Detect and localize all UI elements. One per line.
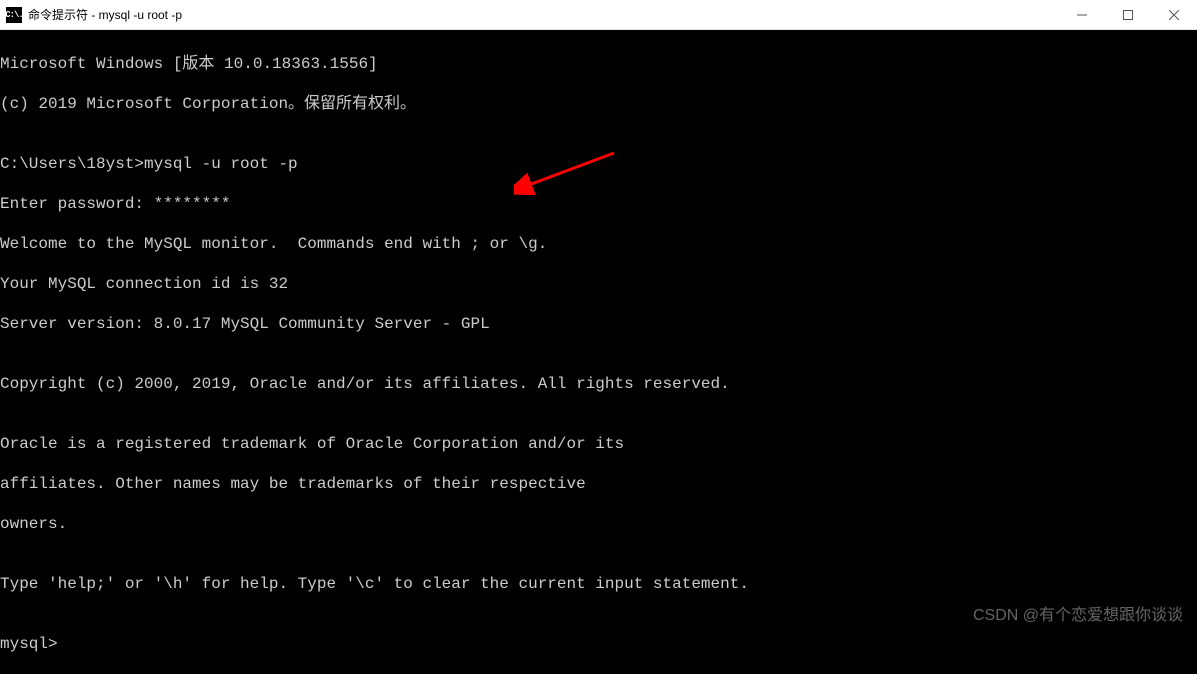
- terminal-line: Server version: 8.0.17 MySQL Community S…: [0, 314, 1197, 334]
- maximize-icon: [1123, 10, 1133, 20]
- watermark: CSDN @有个恋爱想跟你谈谈: [973, 601, 1183, 625]
- terminal-line: C:\Users\18yst>mysql -u root -p: [0, 154, 1197, 174]
- close-button[interactable]: [1151, 0, 1197, 29]
- window-controls: [1059, 0, 1197, 29]
- minimize-icon: [1077, 10, 1087, 20]
- terminal-line: (c) 2019 Microsoft Corporation。保留所有权利。: [0, 94, 1197, 114]
- terminal-line: Copyright (c) 2000, 2019, Oracle and/or …: [0, 374, 1197, 394]
- maximize-button[interactable]: [1105, 0, 1151, 29]
- titlebar-left: C:\. 命令提示符 - mysql -u root -p: [6, 6, 182, 23]
- terminal-line: Oracle is a registered trademark of Orac…: [0, 434, 1197, 454]
- terminal-line: owners.: [0, 514, 1197, 534]
- terminal-line: Welcome to the MySQL monitor. Commands e…: [0, 234, 1197, 254]
- minimize-button[interactable]: [1059, 0, 1105, 29]
- window-titlebar: C:\. 命令提示符 - mysql -u root -p: [0, 0, 1197, 30]
- terminal-line: Your MySQL connection id is 32: [0, 274, 1197, 294]
- terminal-line: Type 'help;' or '\h' for help. Type '\c'…: [0, 574, 1197, 594]
- close-icon: [1169, 10, 1179, 20]
- terminal-prompt[interactable]: mysql>: [0, 634, 1197, 654]
- window-title: 命令提示符 - mysql -u root -p: [28, 6, 182, 23]
- terminal-line: affiliates. Other names may be trademark…: [0, 474, 1197, 494]
- terminal-line: Enter password: ********: [0, 194, 1197, 214]
- terminal-line: Microsoft Windows [版本 10.0.18363.1556]: [0, 54, 1197, 74]
- terminal-output[interactable]: Microsoft Windows [版本 10.0.18363.1556] (…: [0, 30, 1197, 674]
- cmd-icon: C:\.: [6, 7, 22, 23]
